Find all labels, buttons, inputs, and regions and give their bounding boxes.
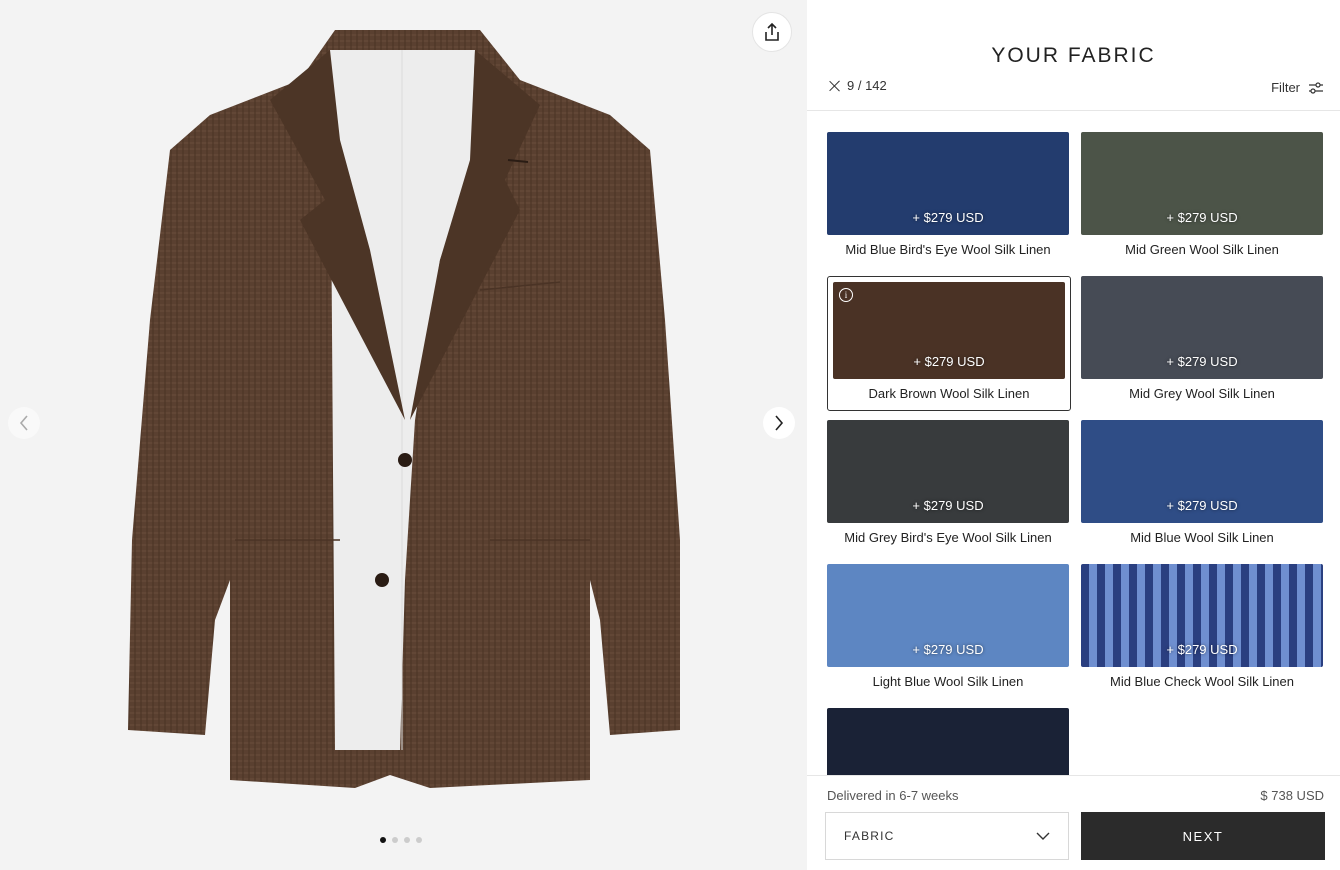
fabric-card[interactable]: + $279 USD Mid Blue Bird's Eye Wool Silk… (827, 132, 1071, 267)
product-preview (0, 0, 807, 870)
footer-divider (807, 775, 1340, 776)
fabric-swatch: + $279 USD (1081, 564, 1323, 667)
pagination-dot[interactable] (416, 837, 422, 843)
fabric-grid: + $279 USD Mid Blue Bird's Eye Wool Silk… (807, 111, 1340, 775)
share-button[interactable] (752, 12, 792, 52)
fabric-price: + $279 USD (1166, 498, 1238, 513)
close-icon[interactable] (829, 80, 841, 92)
fabric-price: + $279 USD (1166, 642, 1238, 657)
fabric-name: Mid Blue Bird's Eye Wool Silk Linen (845, 242, 1051, 257)
next-image-button[interactable] (763, 407, 795, 439)
panel-title: YOUR FABRIC (991, 44, 1156, 67)
fabric-name: Mid Green Wool Silk Linen (1125, 242, 1279, 257)
next-button[interactable]: NEXT (1081, 812, 1325, 860)
fabric-price: + $279 USD (912, 642, 984, 657)
delivery-estimate: Delivered in 6-7 weeks (827, 788, 959, 803)
fabric-swatch: + $279 USD (1081, 276, 1323, 379)
fabric-card[interactable]: + $279 USD Light Blue Wool Silk Linen (827, 564, 1071, 699)
fabric-swatch: + $279 USD (827, 564, 1069, 667)
filter-button[interactable]: Filter (1271, 80, 1324, 95)
info-icon[interactable]: i (839, 288, 853, 302)
fabric-card[interactable]: + $279 USD Mid Grey Wool Silk Linen (1081, 276, 1325, 411)
result-count: 9 / 142 (829, 78, 887, 93)
pagination-dot[interactable] (380, 837, 386, 843)
fabric-card[interactable]: + $279 USD Mid Blue Check Wool Silk Line… (1081, 564, 1325, 699)
sliders-icon (1309, 81, 1323, 94)
fabric-swatch: + $279 USD (827, 420, 1069, 523)
fabric-price: + $279 USD (912, 498, 984, 513)
share-icon (765, 22, 779, 41)
image-pagination (380, 837, 422, 843)
filter-label: Filter (1271, 80, 1300, 95)
chevron-left-icon (19, 415, 28, 431)
fabric-name: Mid Blue Check Wool Silk Linen (1109, 674, 1294, 689)
fabric-swatch: + $279 USD (1081, 420, 1323, 523)
fabric-swatch: + $279 USD (827, 132, 1069, 235)
step-select-label: FABRIC (844, 829, 895, 843)
fabric-swatch: + $279 USD (1081, 132, 1323, 235)
fabric-panel: YOUR FABRIC 9 / 142 Filter + $279 USD Mi… (807, 0, 1340, 870)
fabric-name: Mid Blue Wool Silk Linen (1130, 530, 1274, 545)
fabric-name: Light Blue Wool Silk Linen (872, 674, 1024, 689)
result-count-text: 9 / 142 (847, 78, 887, 93)
pagination-dot[interactable] (404, 837, 410, 843)
fabric-name: Mid Grey Bird's Eye Wool Silk Linen (844, 530, 1052, 545)
fabric-price: + $279 USD (912, 210, 984, 225)
fabric-price: + $279 USD (1166, 210, 1238, 225)
pagination-dot[interactable] (392, 837, 398, 843)
fabric-name: Mid Grey Wool Silk Linen (1129, 386, 1275, 401)
fabric-swatch: i + $279 USD (833, 282, 1065, 379)
jacket-image (128, 30, 680, 788)
fabric-swatch (827, 708, 1069, 775)
fabric-card-selected[interactable]: i + $279 USD Dark Brown Wool Silk Linen (827, 276, 1071, 411)
chevron-down-icon (1036, 832, 1050, 840)
fabric-card[interactable]: + $279 USD Mid Blue Wool Silk Linen (1081, 420, 1325, 555)
fabric-price: + $279 USD (1166, 354, 1238, 369)
chevron-right-icon (775, 415, 784, 431)
fabric-name: Dark Brown Wool Silk Linen (868, 386, 1030, 401)
fabric-card[interactable]: + $279 USD Mid Green Wool Silk Linen (1081, 132, 1325, 267)
fabric-card[interactable]: + $279 USD Mid Grey Bird's Eye Wool Silk… (827, 420, 1071, 555)
step-select[interactable]: FABRIC (825, 812, 1069, 860)
total-price: $ 738 USD (1260, 788, 1324, 803)
fabric-price: + $279 USD (913, 354, 985, 369)
fabric-card[interactable] (827, 708, 1071, 775)
previous-image-button[interactable] (8, 407, 40, 439)
